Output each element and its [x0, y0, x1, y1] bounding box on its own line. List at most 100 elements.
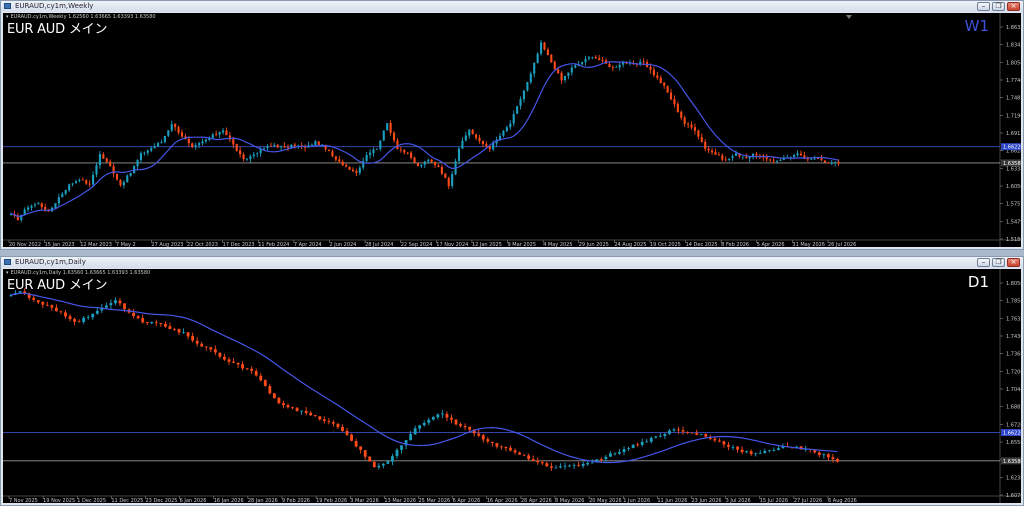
candle-bull	[627, 448, 630, 449]
candle-bull	[98, 154, 101, 166]
restore-button[interactable]: ❐	[992, 2, 1005, 11]
date-axis-label: 28 Jan 2026	[248, 498, 278, 503]
weekly-candles-svg[interactable]: 1.86325 1.83435 1.80545 1.77460 1.74850 1.719…	[3, 13, 1021, 247]
candle-bull	[377, 465, 381, 468]
candle-bull	[758, 453, 762, 454]
candle-bear	[286, 147, 290, 149]
candle-bull	[793, 155, 796, 157]
price-axis-label: 1.71960	[1006, 113, 1021, 119]
candle-bear	[291, 407, 294, 409]
candle-bear	[235, 144, 238, 151]
candle-bear	[769, 159, 772, 161]
candle-bear	[81, 179, 84, 181]
date-axis-label: 11 Jun 2026	[657, 498, 687, 503]
candle-bull	[457, 148, 461, 161]
candle-bull	[559, 466, 562, 468]
candle-bull	[160, 142, 163, 144]
weekly-chart-window[interactable]: EURAUD,cy1m,Weekly – ❐ × 1.863251.834351…	[0, 0, 1024, 250]
candle-bull	[568, 465, 571, 467]
candle-bull	[563, 76, 567, 81]
candle-bull	[522, 90, 526, 100]
price-axis-label: 1.80560	[1006, 281, 1021, 287]
candle-bear	[282, 403, 285, 406]
candle-bull	[734, 153, 738, 156]
price-axis-label: 1.54790	[1006, 219, 1021, 225]
candle-bear	[174, 124, 177, 128]
candle-bull	[290, 144, 293, 148]
candle-bear	[713, 438, 717, 441]
candle-bull	[654, 436, 658, 438]
minimize-button[interactable]: –	[977, 258, 990, 267]
candle-bear	[136, 316, 140, 319]
price-tag-label: 1.63580	[1003, 459, 1021, 465]
date-axis-label: 25 Mar 2026	[419, 498, 451, 503]
candle-bull	[409, 434, 413, 441]
price-axis-label: 1.69120	[1006, 131, 1021, 137]
candle-bear	[396, 140, 399, 150]
window-title: EURAUD,cy1m,Weekly	[15, 2, 94, 10]
candle-bear	[119, 180, 122, 186]
shift-marker-icon[interactable]	[846, 15, 852, 19]
candle-bull	[23, 209, 26, 215]
price-axis-label: 1.74850	[1006, 96, 1021, 102]
date-axis-label: 14 Dec 2025	[686, 242, 718, 247]
candle-bear	[345, 430, 349, 435]
daily-chart-window[interactable]: EURAUD,cy1m,Daily – ❐ × 1.805601.785401.…	[0, 256, 1024, 506]
window-titlebar[interactable]: EURAUD,cy1m,Daily – ❐ ×	[1, 257, 1023, 268]
candle-bear	[36, 300, 40, 303]
date-axis-label: 6 Apr 2026	[453, 498, 481, 503]
candle-bear	[447, 177, 450, 187]
candle-bear	[459, 424, 462, 427]
price-tag-label: 1.66220	[1003, 145, 1021, 151]
candle-bull	[33, 204, 36, 206]
candle-bear	[399, 149, 402, 151]
candle-bull	[440, 413, 444, 415]
candle-bear	[313, 415, 317, 416]
candle-bear	[636, 444, 640, 446]
price-axis-label: 1.67200	[1006, 422, 1021, 428]
symbol-title: EUR AUD メイン	[7, 22, 108, 37]
weekly-price-chart[interactable]: 1.86325 1.83435 1.80545 1.77460 1.74850 1.719…	[3, 13, 1021, 247]
candle-bull	[379, 140, 382, 149]
candle-bull	[699, 434, 703, 436]
candle-bull	[126, 175, 129, 183]
restore-button[interactable]: ❐	[992, 258, 1005, 267]
candle-bull	[204, 139, 207, 142]
date-axis-label: 19 Nov 2025	[43, 498, 75, 503]
candle-bull	[218, 132, 221, 135]
daily-candles-svg[interactable]: 1.80560 1.78540 1.76320 1.74300 1.73680 1.720…	[3, 269, 1021, 503]
candle-bull	[754, 453, 758, 455]
date-axis-label: 20 Nov 2022	[9, 242, 41, 247]
candle-bear	[332, 422, 335, 424]
candle-bull	[114, 300, 117, 304]
candle-bull	[613, 453, 617, 455]
candle-bear	[355, 171, 358, 173]
candle-bear	[820, 158, 823, 161]
candle-bull	[822, 454, 826, 456]
candle-bear	[177, 127, 180, 133]
candle-bull	[375, 149, 378, 150]
candle-bull	[153, 146, 156, 149]
candle-bull	[581, 62, 584, 65]
candle-bear	[518, 452, 521, 455]
close-button[interactable]: ×	[1007, 2, 1020, 11]
candle-bear	[513, 450, 517, 453]
minimize-button[interactable]: –	[977, 2, 990, 11]
candle-bull	[78, 179, 81, 181]
close-button[interactable]: ×	[1007, 258, 1020, 267]
date-axis-label: 15 Jan 2023	[45, 242, 75, 247]
date-axis-label: 5 Apr 2026	[757, 242, 785, 247]
date-axis-label: 7 May 2	[116, 242, 136, 247]
candle-bear	[677, 429, 680, 431]
candle-bear	[154, 322, 158, 324]
window-titlebar[interactable]: EURAUD,cy1m,Weekly – ❐ ×	[1, 1, 1023, 12]
candle-bull	[505, 127, 508, 132]
candle-bull	[146, 150, 149, 153]
candle-bear	[652, 69, 655, 76]
daily-price-chart[interactable]: 1.80560 1.78540 1.76320 1.74300 1.73680 1.720…	[3, 269, 1021, 503]
candle-bear	[236, 363, 240, 365]
candle-bear	[536, 460, 540, 463]
candle-bull	[54, 203, 57, 209]
candle-bear	[41, 301, 45, 305]
date-axis-label: 22 Sep 2024	[401, 242, 433, 247]
